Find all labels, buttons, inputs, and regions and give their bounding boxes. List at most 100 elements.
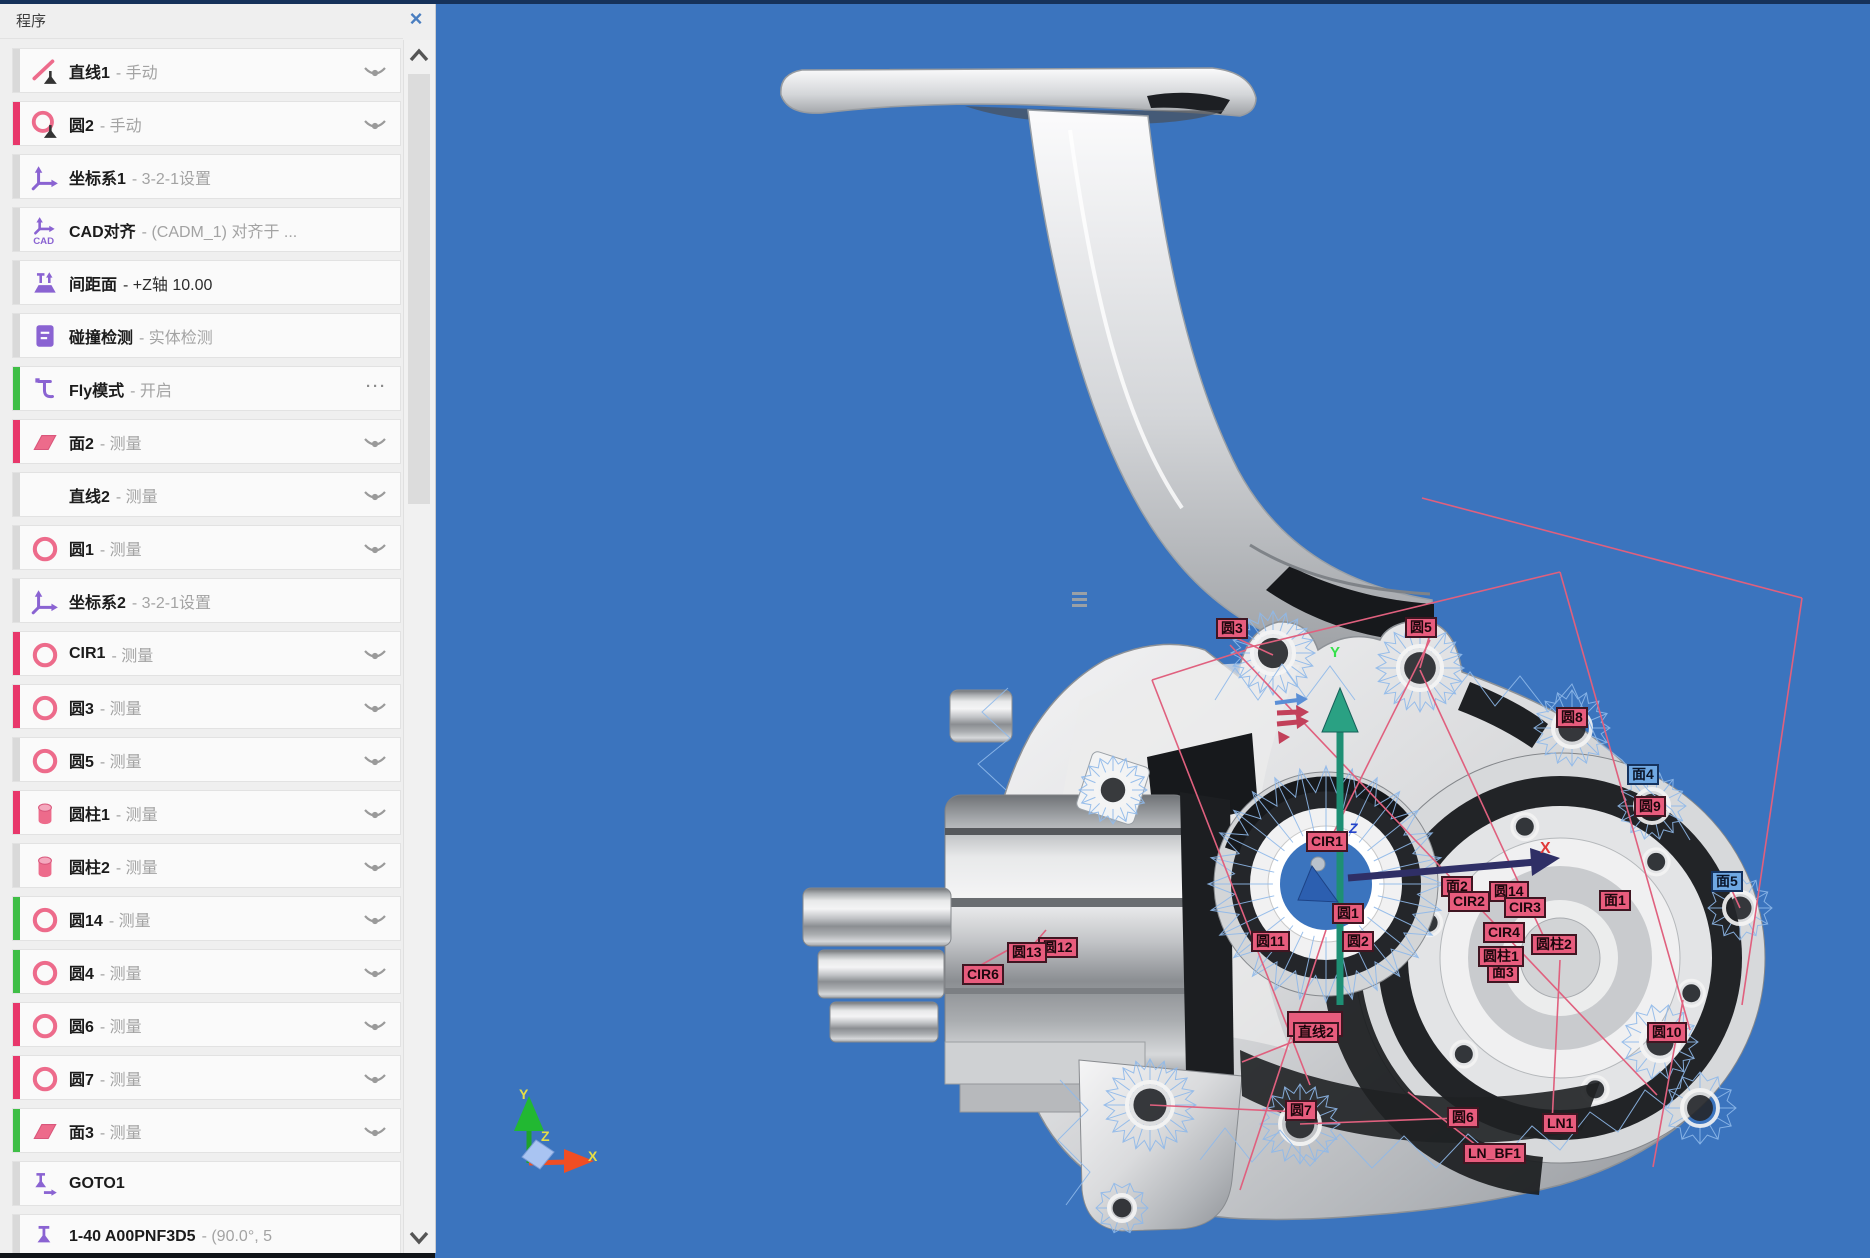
visibility-eye-icon[interactable] xyxy=(363,647,387,663)
visibility-eye-icon[interactable] xyxy=(363,541,387,557)
svg-text:CAD: CAD xyxy=(33,235,54,244)
feature-tag-CIR6[interactable]: CIR6 xyxy=(962,964,1004,985)
scroll-up-icon[interactable] xyxy=(409,48,429,62)
visibility-eye-icon[interactable] xyxy=(363,488,387,504)
program-step-直线2[interactable]: 直线2- 测量 xyxy=(12,472,401,517)
cylinder-icon xyxy=(30,798,60,828)
goto-icon xyxy=(30,1169,60,1199)
probe-icon xyxy=(30,1222,60,1252)
step-value: - 手动 xyxy=(116,59,158,83)
feature-tag-圆3[interactable]: 圆3 xyxy=(1216,618,1248,639)
feature-tag-圆5[interactable]: 圆5 xyxy=(1405,617,1437,638)
visibility-eye-icon[interactable] xyxy=(363,806,387,822)
model-stem xyxy=(1028,110,1436,663)
visibility-eye-icon[interactable] xyxy=(363,1071,387,1087)
status-bar xyxy=(13,950,20,993)
feature-tag-CIR2[interactable]: CIR2 xyxy=(1448,891,1490,912)
visibility-eye-icon[interactable] xyxy=(363,912,387,928)
feature-tag-LN1[interactable]: LN1 xyxy=(1542,1113,1578,1134)
feature-tag-面5[interactable]: 面5 xyxy=(1711,871,1743,892)
feature-tag-圆8[interactable]: 圆8 xyxy=(1556,707,1588,728)
3d-viewport[interactable]: 圆3圆5圆8面4圆9CIR1面5面2圆14CIR2面1CIR3圆1CIR4圆11… xyxy=(435,4,1870,1258)
step-value: - 3-2-1设置 xyxy=(132,589,211,613)
visibility-eye-icon[interactable] xyxy=(363,64,387,80)
panel-title: 程序 xyxy=(16,10,46,31)
program-step-坐标系1[interactable]: 坐标系1- 3-2-1设置 xyxy=(12,154,401,199)
panel-scrollbar[interactable] xyxy=(403,40,435,1253)
program-step-坐标系2[interactable]: 坐标系2- 3-2-1设置 xyxy=(12,578,401,623)
program-step-CIR1[interactable]: CIR1- 测量 xyxy=(12,631,401,676)
program-step-面3[interactable]: 面3- 测量 xyxy=(12,1108,401,1153)
step-value: - 测量 xyxy=(111,642,153,666)
status-bar xyxy=(13,1109,20,1152)
visibility-eye-icon[interactable] xyxy=(363,1124,387,1140)
feature-tag-CIR4[interactable]: CIR4 xyxy=(1483,922,1525,943)
program-step-1-40 A00PNF3D5[interactable]: 1-40 A00PNF3D5- (90.0°, 5 xyxy=(12,1214,401,1253)
program-step-间距面[interactable]: 间距面- +Z轴 10.00 xyxy=(12,260,401,305)
visibility-eye-icon[interactable] xyxy=(363,700,387,716)
feature-tag-CIR1[interactable]: CIR1 xyxy=(1306,831,1348,852)
status-bar xyxy=(13,579,20,622)
program-step-碰撞检测[interactable]: 碰撞检测- 实体检测 xyxy=(12,313,401,358)
step-value: - 测量 xyxy=(100,430,142,454)
program-step-圆2[interactable]: 圆2- 手动 xyxy=(12,101,401,146)
feature-tag-面1[interactable]: 面1 xyxy=(1599,890,1631,911)
axes-icon xyxy=(30,586,60,616)
feature-tag-圆柱1[interactable]: 圆柱1 xyxy=(1478,946,1524,967)
scroll-down-icon[interactable] xyxy=(409,1231,429,1245)
status-bar xyxy=(13,473,20,516)
program-panel: 程序 × 直线1- 手动圆2- 手动坐标系1- 3-2-1设置CADCAD对齐-… xyxy=(0,4,436,1253)
status-bar xyxy=(13,420,20,463)
feature-tag-LN_BF1[interactable]: LN_BF1 xyxy=(1463,1143,1526,1164)
program-step-圆5[interactable]: 圆5- 测量 xyxy=(12,737,401,782)
feature-tag-圆10[interactable]: 圆10 xyxy=(1647,1022,1687,1043)
more-options-icon[interactable]: ··· xyxy=(366,378,387,395)
status-bar xyxy=(13,791,20,834)
program-step-圆柱1[interactable]: 圆柱1- 测量 xyxy=(12,790,401,835)
program-step-GOTO1[interactable]: GOTO1 xyxy=(12,1161,401,1206)
feature-tag-圆1[interactable]: 圆1 xyxy=(1332,903,1364,924)
feature-tag-直线2[interactable]: 直线2 xyxy=(1293,1022,1339,1043)
close-icon[interactable]: × xyxy=(403,6,429,32)
program-step-直线1[interactable]: 直线1- 手动 xyxy=(12,48,401,93)
step-name: 面3 xyxy=(69,1119,94,1143)
program-step-圆6[interactable]: 圆6- 测量 xyxy=(12,1002,401,1047)
feature-tag-圆柱2[interactable]: 圆柱2 xyxy=(1531,934,1577,955)
circle-icon xyxy=(30,745,60,775)
program-step-圆4[interactable]: 圆4- 测量 xyxy=(12,949,401,994)
visibility-eye-icon[interactable] xyxy=(363,965,387,981)
program-step-圆14[interactable]: 圆14- 测量 xyxy=(12,896,401,941)
step-value: - 测量 xyxy=(100,960,142,984)
program-step-圆7[interactable]: 圆7- 测量 xyxy=(12,1055,401,1100)
visibility-eye-icon[interactable] xyxy=(363,117,387,133)
feature-tag-CIR3[interactable]: CIR3 xyxy=(1504,897,1546,918)
feature-tag-圆13[interactable]: 圆13 xyxy=(1007,942,1047,963)
program-step-面2[interactable]: 面2- 测量 xyxy=(12,419,401,464)
feature-tag-圆11[interactable]: 圆11 xyxy=(1251,931,1290,952)
feature-tag-圆6[interactable]: 圆6 xyxy=(1447,1107,1479,1128)
step-value: - (CADM_1) 对齐于 ... xyxy=(142,218,298,242)
circle-icon xyxy=(30,692,60,722)
visibility-eye-icon[interactable] xyxy=(363,1018,387,1034)
visibility-eye-icon[interactable] xyxy=(363,435,387,451)
visibility-eye-icon[interactable] xyxy=(363,859,387,875)
status-bar xyxy=(13,367,20,410)
program-step-圆柱2[interactable]: 圆柱2- 测量 xyxy=(12,843,401,888)
scrollbar-thumb[interactable] xyxy=(408,74,430,504)
step-name: 坐标系1 xyxy=(69,165,126,189)
status-bar xyxy=(13,632,20,675)
status-bar xyxy=(13,314,20,357)
feature-tag-面4[interactable]: 面4 xyxy=(1627,764,1659,785)
program-step-圆3[interactable]: 圆3- 测量 xyxy=(12,684,401,729)
feature-tag-圆2[interactable]: 圆2 xyxy=(1342,931,1374,952)
feature-tag-圆9[interactable]: 圆9 xyxy=(1634,796,1666,817)
program-step-CAD对齐[interactable]: CADCAD对齐- (CADM_1) 对齐于 ... xyxy=(12,207,401,252)
axis-label-Y: Y xyxy=(1330,644,1340,661)
program-step-Fly模式[interactable]: Fly模式- 开启··· xyxy=(12,366,401,411)
visibility-eye-icon[interactable] xyxy=(363,753,387,769)
feature-tag-圆7[interactable]: 圆7 xyxy=(1285,1100,1317,1121)
step-name: 圆4 xyxy=(69,960,94,984)
program-step-圆1[interactable]: 圆1- 测量 xyxy=(12,525,401,570)
step-value: - 测量 xyxy=(100,536,142,560)
panel-divider xyxy=(0,38,403,39)
